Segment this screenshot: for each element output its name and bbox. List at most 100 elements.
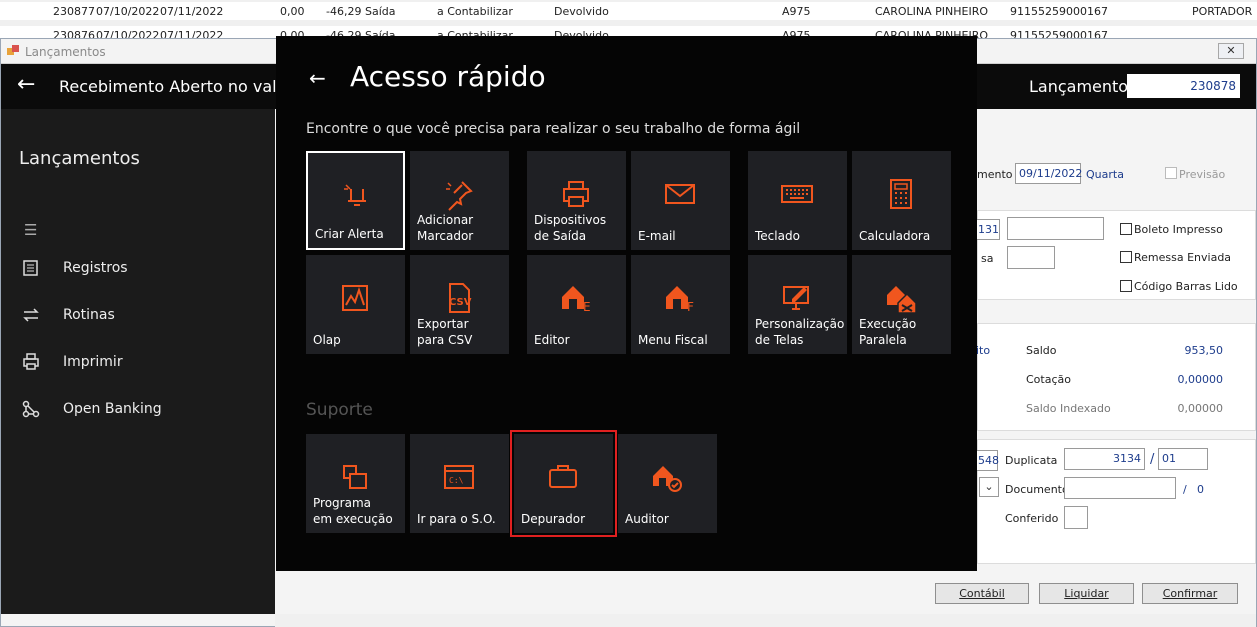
confirmar-button[interactable]: Confirmar — [1142, 583, 1238, 604]
alert-icon — [344, 184, 366, 206]
parallel-icon — [887, 286, 917, 314]
bottom-action-bar — [275, 614, 1256, 627]
tile-criar-alerta[interactable]: Criar Alerta — [306, 151, 405, 250]
tile-email[interactable]: E-mail — [631, 151, 730, 250]
tile-personalizacao-telas[interactable]: Personalização de Telas — [748, 255, 847, 354]
tile-label: Editor — [534, 333, 570, 347]
duplicata-seq-field[interactable]: 01 — [1158, 448, 1208, 470]
back-arrow-icon[interactable]: ← — [309, 66, 326, 90]
saldo-indexado-value: 0,00000 — [1177, 402, 1224, 415]
field-548[interactable]: 548 — [974, 450, 999, 471]
duplicata-field[interactable]: 3134 — [1064, 448, 1145, 470]
contabil-button[interactable]: Contábil — [935, 583, 1029, 604]
svg-text:C:\: C:\ — [449, 476, 464, 485]
sidebar-item-label: Imprimir — [63, 354, 123, 370]
tile-label: Criar Alerta — [315, 227, 384, 241]
tile-calculadora[interactable]: Calculadora — [852, 151, 951, 250]
tile-adicionar-marcador[interactable]: Adicionar Marcador — [410, 151, 509, 250]
windows-icon — [343, 465, 367, 489]
dropdown-chevron-icon[interactable]: ⌄ — [979, 477, 999, 497]
tile-depurador[interactable]: Depurador — [510, 430, 617, 537]
previsao-checkbox[interactable] — [1165, 167, 1177, 179]
row-value2: -46,29 — [326, 5, 362, 18]
sidebar-item-rotinas[interactable]: Rotinas — [21, 305, 261, 329]
tile-ir-para-so[interactable]: C:\ Ir para o S.O. — [410, 434, 509, 533]
tile-label: Adicionar Marcador — [417, 213, 474, 243]
tile-olap[interactable]: Olap — [306, 255, 405, 354]
olap-icon — [342, 285, 368, 311]
previsao-label: Previsão — [1179, 168, 1226, 181]
codigo-barras-label: Código Barras Lido — [1134, 280, 1238, 293]
sidebar-item-registros[interactable]: Registros — [21, 258, 261, 282]
tile-label: Ir para o S.O. — [417, 512, 496, 526]
lancamento-field[interactable]: 230878 — [1127, 74, 1240, 98]
field-131[interactable]: 131 — [974, 219, 1000, 240]
csv-icon: CSV — [449, 283, 472, 313]
row-name: CAROLINA PINHEIRO — [875, 5, 989, 18]
tile-label: Auditor — [625, 512, 669, 526]
tile-programa-execucao[interactable]: Programa em execução — [306, 434, 405, 533]
sidebar-item-imprimir[interactable]: Imprimir — [21, 352, 261, 376]
row-date2: 07/11/2022 — [160, 29, 224, 38]
saldo-label: Saldo — [1026, 344, 1057, 357]
sidebar-item-open-banking[interactable]: Open Banking — [21, 399, 261, 423]
close-button[interactable]: ✕ — [1218, 43, 1244, 59]
text-field[interactable] — [1007, 217, 1104, 240]
briefcase-icon — [549, 465, 577, 488]
sidebar-title: Lançamentos — [19, 148, 140, 169]
duplicata-label: Duplicata — [1005, 454, 1058, 467]
tile-label: E-mail — [638, 229, 676, 243]
liquidar-button[interactable]: Liquidar — [1039, 583, 1134, 604]
row-code: A975 — [782, 5, 811, 18]
weekday-label: Quarta — [1086, 168, 1124, 181]
table-row[interactable]: 230877 07/10/2022 07/11/2022 0,00 -46,29… — [0, 2, 1257, 20]
conferido-field[interactable] — [1064, 506, 1088, 529]
tile-auditor[interactable]: Auditor — [618, 434, 717, 533]
tile-label: Teclado — [755, 229, 800, 243]
row-status: a Contabilizar — [437, 5, 513, 18]
documento-seq: 0 — [1197, 483, 1204, 496]
remessa-checkbox[interactable] — [1120, 251, 1132, 263]
tile-menu-fiscal[interactable]: F Menu Fiscal — [631, 255, 730, 354]
vencimento-field[interactable]: 09/11/2022 — [1015, 163, 1082, 184]
documento-slash: / — [1183, 483, 1187, 496]
saldo-value: 953,50 — [1184, 344, 1224, 357]
window-title: Lançamentos — [25, 45, 106, 59]
customize-icon — [783, 286, 809, 310]
tile-editor[interactable]: E Editor — [527, 255, 626, 354]
tile-label: Programa em execução — [313, 496, 393, 526]
auditor-icon — [653, 466, 682, 492]
tile-label: Depurador — [521, 512, 586, 526]
quick-access-panel: ← Acesso rápido Encontre o que você prec… — [276, 36, 977, 571]
printer-icon — [23, 353, 39, 370]
tile-teclado[interactable]: Teclado — [748, 151, 847, 250]
row-portador: PORTADOR — [1192, 5, 1253, 18]
row-date1: 07/10/2022 — [96, 5, 160, 18]
tile-execucao-paralela[interactable]: Execução Paralela — [852, 255, 951, 354]
rotinas-icon — [23, 308, 39, 322]
keyboard-icon — [781, 185, 813, 203]
quick-access-subtitle: Encontre o que você precisa para realiza… — [306, 121, 801, 137]
hamburger-icon[interactable]: ☰ — [24, 221, 37, 239]
tile-label: Olap — [313, 333, 341, 347]
quick-access-title: Acesso rápido — [350, 60, 546, 93]
row-id: 230876 — [53, 29, 95, 38]
row-id: 230877 — [53, 5, 95, 18]
app-icon — [7, 45, 19, 55]
tile-dispositivos-saida[interactable]: Dispositivos de Saída — [527, 151, 626, 250]
tile-exportar-csv[interactable]: CSV Exportar para CSV — [410, 255, 509, 354]
remessa-label: Remessa Enviada — [1134, 251, 1232, 264]
boleto-label: Boleto Impresso — [1134, 223, 1223, 236]
boleto-checkbox[interactable] — [1120, 223, 1132, 235]
pin-icon — [446, 181, 473, 211]
registros-icon — [23, 260, 38, 276]
svg-text:E: E — [583, 300, 591, 314]
tile-label: Calculadora — [859, 229, 931, 243]
row-tipo: Saída — [365, 5, 396, 18]
documento-field[interactable] — [1064, 477, 1176, 499]
codigo-barras-checkbox[interactable] — [1120, 280, 1132, 292]
small-field[interactable] — [1007, 246, 1055, 269]
back-arrow-icon[interactable]: ← — [17, 74, 35, 96]
form-panel-saldo: ito Saldo 953,50 Cotação 0,00000 Saldo I… — [976, 323, 1256, 431]
cotacao-value: 0,00000 — [1177, 373, 1224, 386]
